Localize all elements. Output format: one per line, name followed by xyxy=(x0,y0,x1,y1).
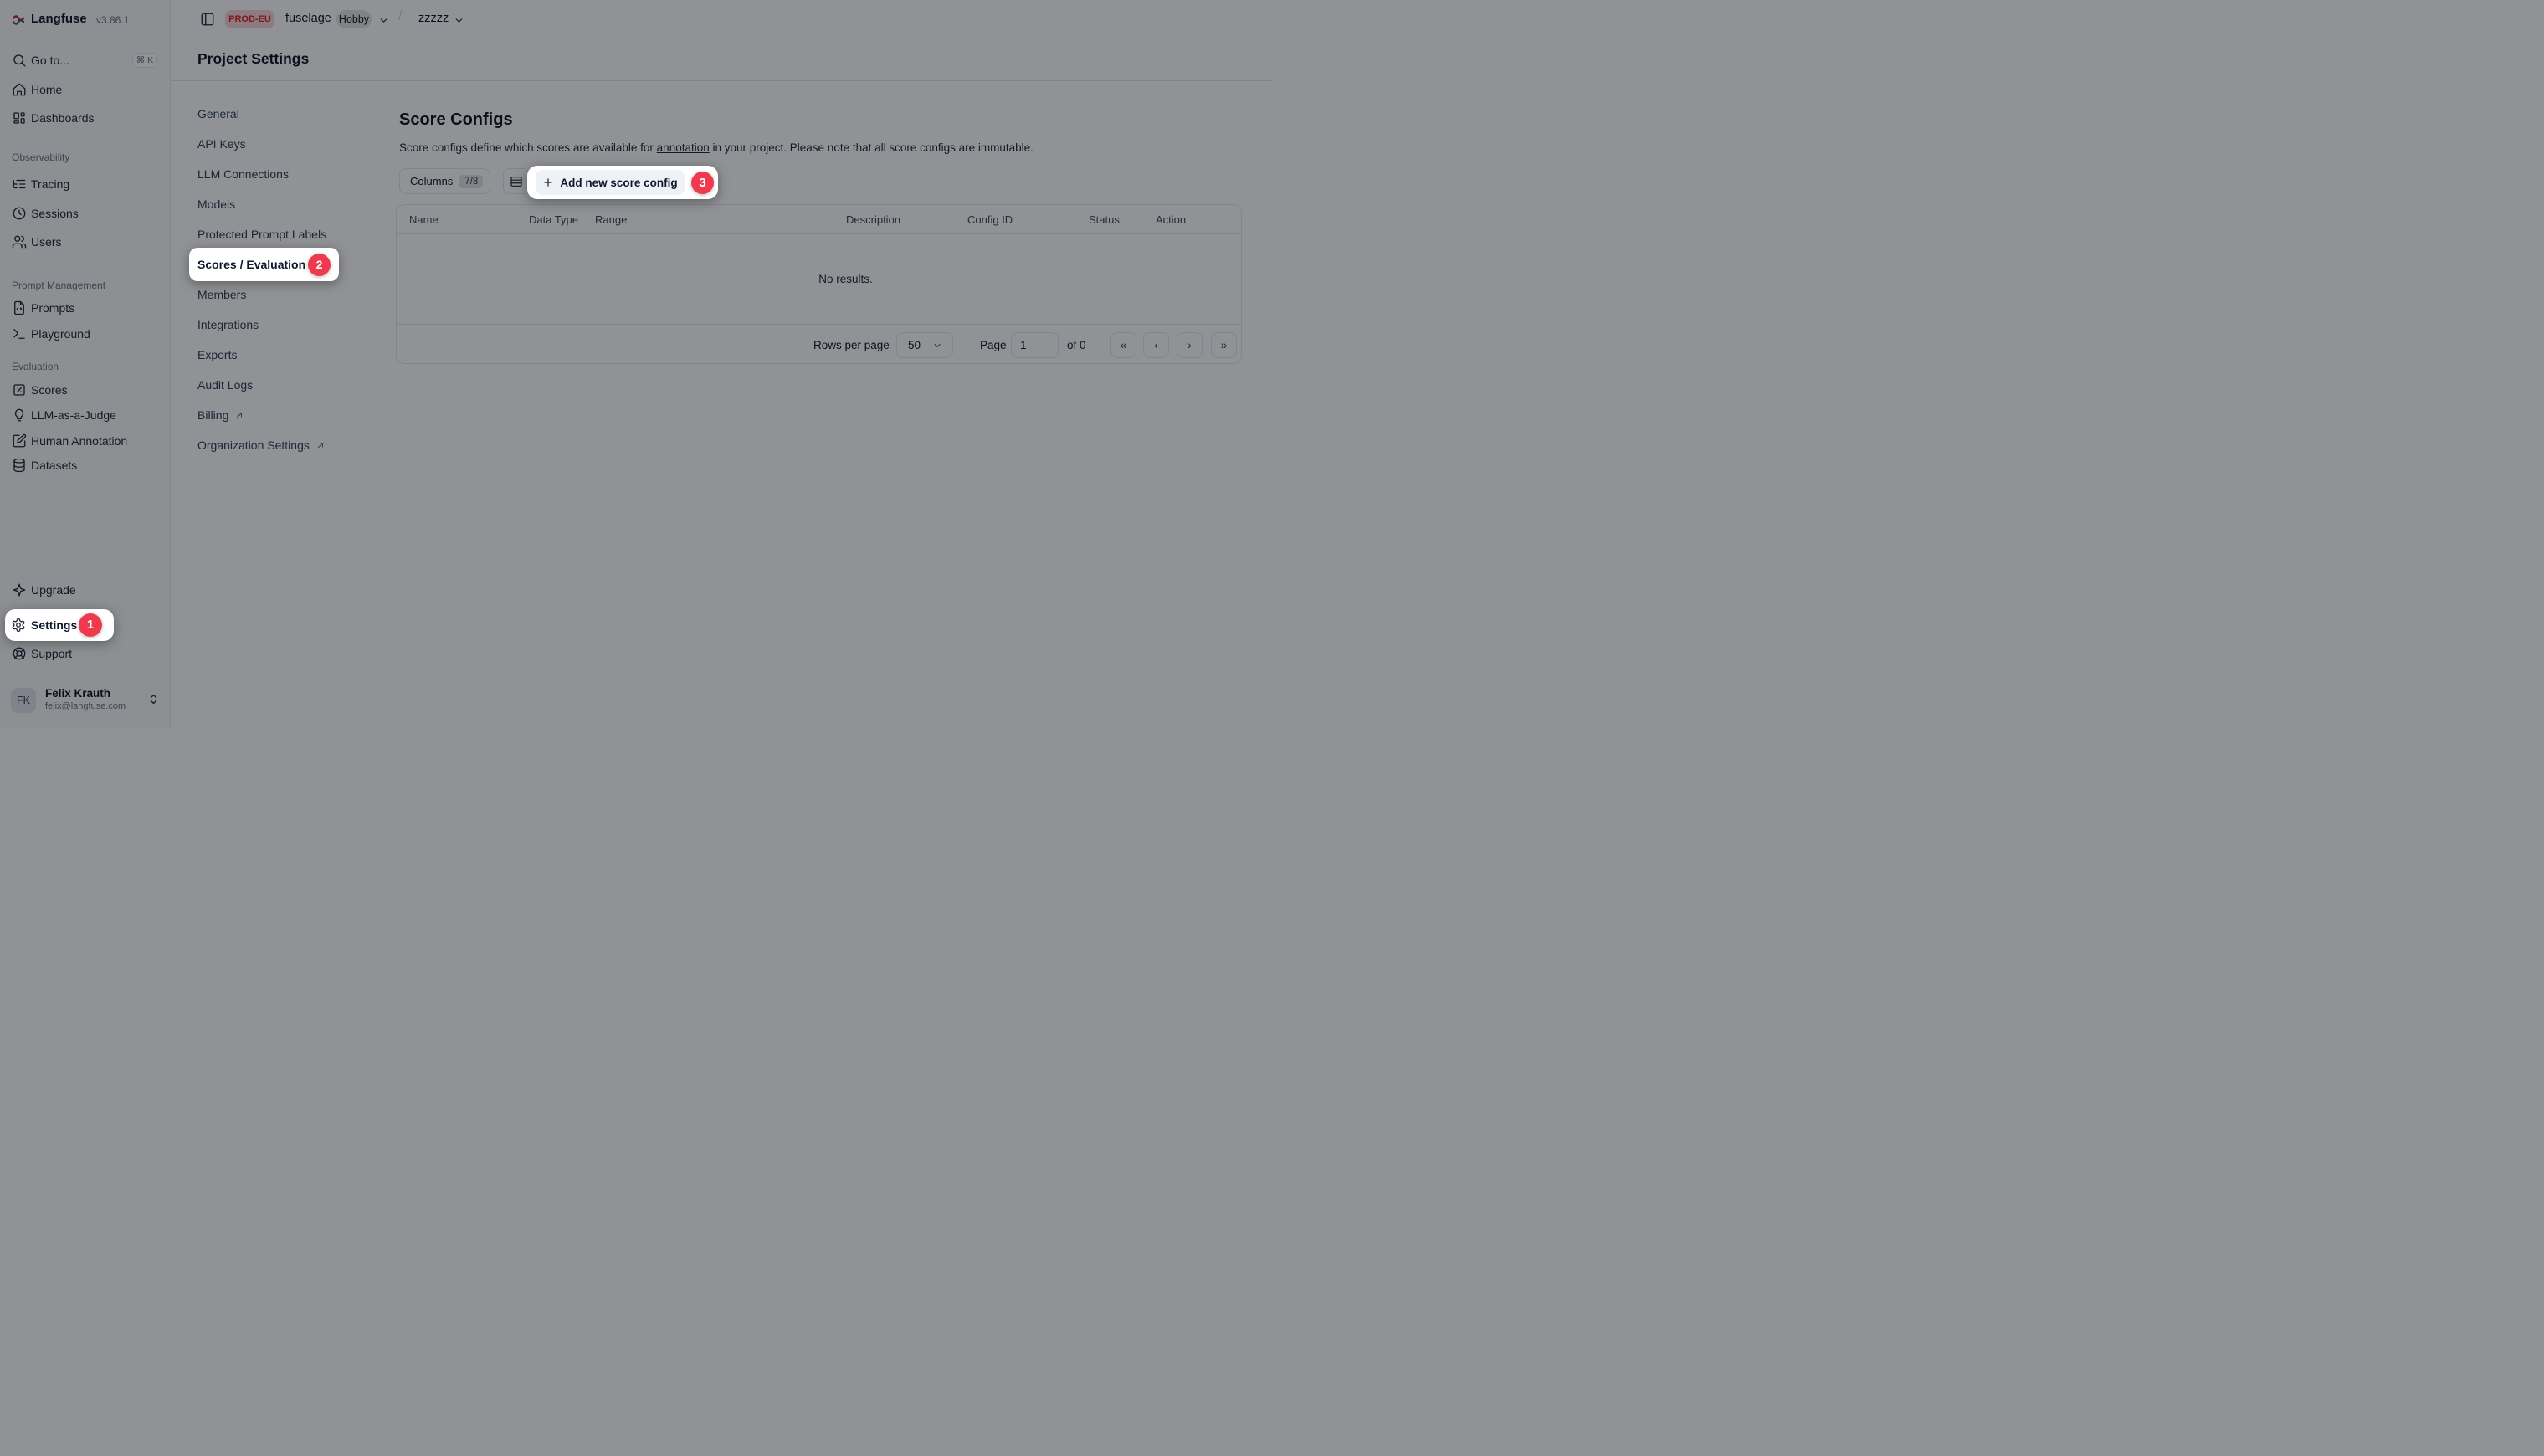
sidebar-item-settings-highlighted[interactable]: Settings 1 xyxy=(5,609,114,641)
plus-icon xyxy=(542,177,554,188)
sidebar-item-label: Settings xyxy=(31,609,77,641)
add-button-label: Add new score config xyxy=(560,177,677,189)
tour-step-badge-3: 3 xyxy=(691,172,714,194)
settings-nav-scores-evaluation-highlighted[interactable]: Scores / Evaluation 2 xyxy=(189,248,339,281)
add-new-score-config-button[interactable]: Add new score config xyxy=(536,170,685,195)
tour-step-badge-2: 2 xyxy=(308,254,331,276)
add-score-config-highlight-card: Add new score config 3 xyxy=(527,166,718,199)
tour-step-badge-1: 1 xyxy=(79,613,102,637)
tour-dim-overlay xyxy=(0,0,2544,1456)
gear-icon xyxy=(11,618,26,633)
nav-label: Scores / Evaluation xyxy=(197,248,305,281)
